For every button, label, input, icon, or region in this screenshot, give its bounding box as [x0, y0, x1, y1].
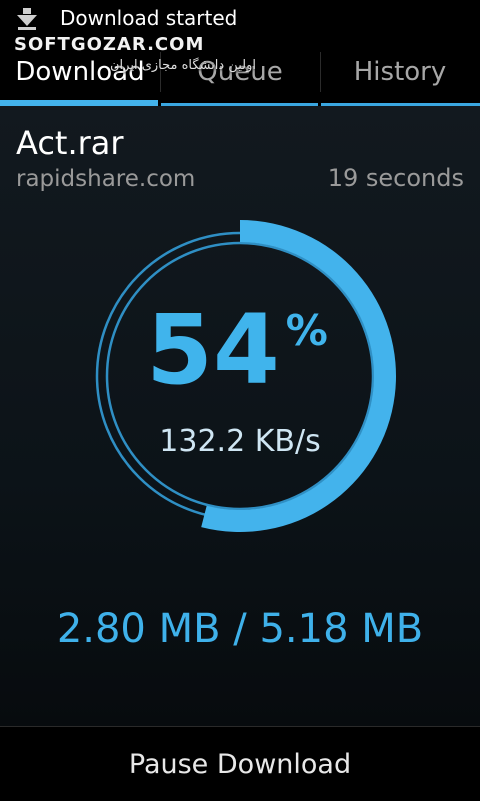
download-speed: 132.2 KB/s — [159, 424, 321, 459]
download-panel: Act.rar rapidshare.com 19 seconds 54% 13… — [0, 106, 480, 726]
pause-download-button[interactable]: Pause Download — [0, 727, 480, 801]
tab-history[interactable]: History — [320, 38, 480, 106]
status-notification-text: Download started — [60, 6, 238, 30]
download-arrow-icon — [17, 8, 37, 30]
status-bar: Download started — [0, 0, 480, 38]
file-name: Act.rar — [16, 124, 124, 162]
progress-percent: 54% — [0, 302, 480, 398]
progress-percent-sign: % — [285, 306, 328, 355]
downloaded-size: 2.80 MB / 5.18 MB — [56, 606, 424, 652]
watermark-logo: SOFTGOZAR.COM — [14, 34, 205, 55]
bottom-bar: Pause Download — [0, 726, 480, 801]
progress-percent-value: 54 — [146, 294, 280, 406]
watermark-subtext: اولین دانشگاه مجازی ایران — [110, 58, 256, 73]
time-remaining: 19 seconds — [327, 164, 464, 192]
file-host: rapidshare.com — [16, 166, 196, 192]
